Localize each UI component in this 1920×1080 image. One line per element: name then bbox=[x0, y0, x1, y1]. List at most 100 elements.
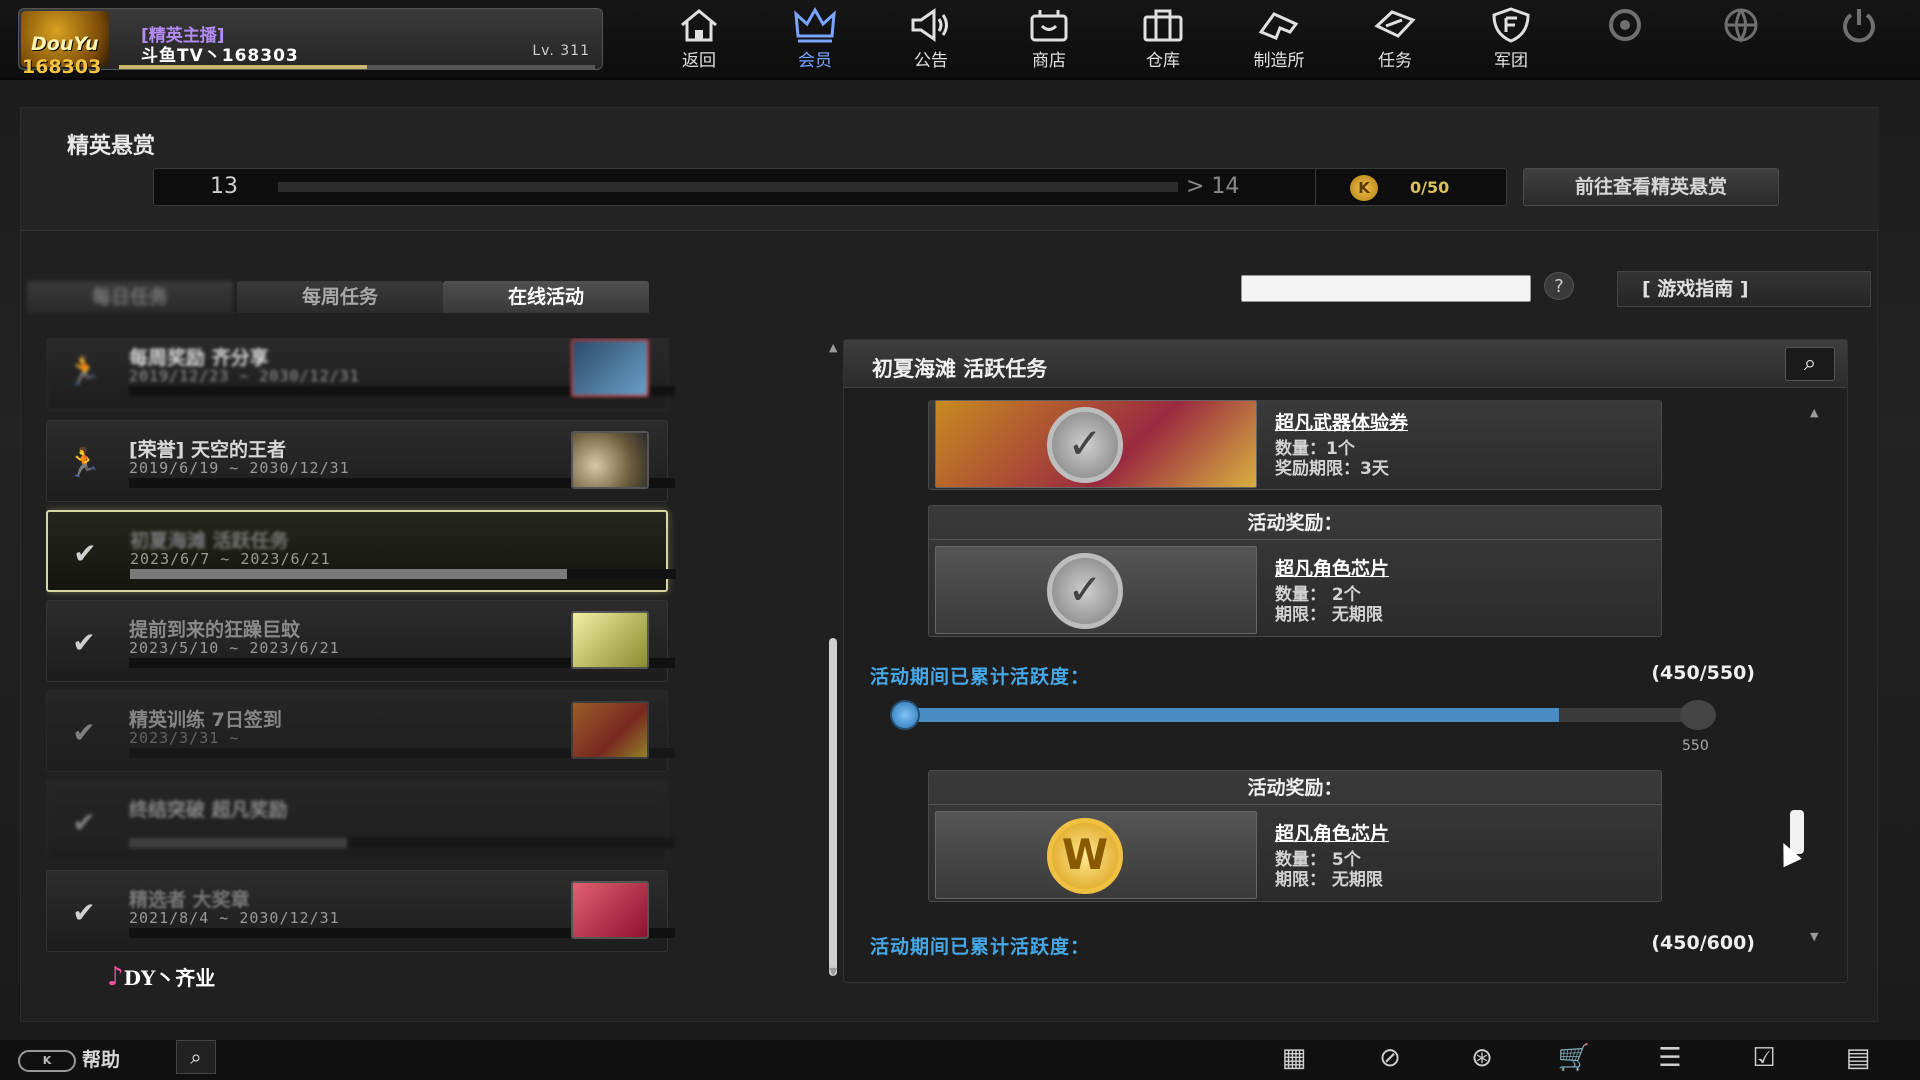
item-thumb bbox=[571, 431, 649, 489]
nav-clan[interactable]: 军团 bbox=[1466, 6, 1556, 72]
tab-daily[interactable]: 每日任务 bbox=[27, 281, 233, 313]
cart-icon[interactable]: 🛒 bbox=[1548, 1040, 1600, 1076]
slider-end-cap bbox=[1680, 700, 1716, 730]
activity-title: [荣誉] 天空的王者 bbox=[129, 439, 286, 461]
calendar-icon[interactable]: ▦ bbox=[1268, 1040, 1320, 1076]
activity-progress bbox=[129, 838, 675, 848]
list-item[interactable]: ✔ 终结突破 超凡奖励 bbox=[46, 780, 675, 862]
detail-scroll-down[interactable]: ▼ bbox=[1810, 930, 1818, 943]
bounty-title: 精英悬赏 bbox=[67, 134, 156, 159]
film-icon[interactable]: ▤ bbox=[1832, 1040, 1884, 1076]
reward-name[interactable]: 超凡角色芯片 bbox=[1275, 554, 1389, 581]
activity-dates: 2023/3/31 ~ bbox=[129, 729, 240, 747]
reward-header: 活动奖励： bbox=[929, 506, 1661, 540]
activity-title: 终结突破 超凡奖励 bbox=[129, 799, 288, 821]
list-scroll-up[interactable]: ▲ bbox=[829, 341, 837, 354]
nav-mission-label: 任务 bbox=[1378, 51, 1412, 71]
help-button[interactable]: K 帮助 bbox=[18, 1045, 120, 1072]
check-icon: ✓ bbox=[1047, 553, 1123, 629]
chip-reward-image: W bbox=[935, 811, 1257, 899]
reward-name[interactable]: 超凡角色芯片 bbox=[1275, 819, 1389, 846]
list-item[interactable]: ✔ 精英训练 7日签到 2023/3/31 ~ bbox=[46, 690, 675, 772]
compass-icon[interactable]: ⊘ bbox=[1364, 1040, 1416, 1076]
view-bounty-button[interactable]: 前往查看精英悬赏 bbox=[1523, 168, 1779, 206]
nav-storage-label: 仓库 bbox=[1146, 51, 1180, 71]
coin-icon: K bbox=[1350, 175, 1378, 201]
slider-track bbox=[898, 708, 1706, 722]
card-thumb bbox=[571, 701, 649, 759]
activity-title: 精英训练 7日签到 bbox=[129, 709, 282, 731]
activity-title: 每周奖励 齐分享 bbox=[129, 347, 269, 369]
list-item[interactable]: ✔ 精选者 大奖章 2021/8/4 ~ 2030/12/31 bbox=[46, 870, 675, 952]
keyboard-icon: K bbox=[18, 1049, 76, 1072]
gun-thumb bbox=[571, 339, 649, 397]
detail-scroll-up[interactable]: ▲ bbox=[1810, 406, 1818, 419]
slider-max-label: 550 bbox=[1682, 738, 1709, 754]
list-scroll-down[interactable]: ▼ bbox=[829, 965, 837, 978]
nav-clan-label: 军团 bbox=[1494, 51, 1528, 71]
shop-icon bbox=[1030, 10, 1068, 42]
card-thumb bbox=[571, 611, 649, 669]
list-scroll-thumb[interactable] bbox=[829, 638, 837, 976]
nav-back[interactable]: 返回 bbox=[654, 6, 744, 72]
activity-title: 精选者 大奖章 bbox=[129, 889, 250, 911]
craft-icon bbox=[1258, 12, 1299, 40]
activity-points-value: (450/550) bbox=[1651, 662, 1755, 684]
nav-vip[interactable]: 会员 bbox=[770, 6, 860, 72]
elite-bounty-section: 精英悬赏 13 > 14 K 0/50 前往查看精英悬赏 bbox=[21, 108, 1879, 231]
check-icon: ✔ bbox=[72, 896, 96, 929]
game-guide-button[interactable]: [ 游戏指南 ] bbox=[1617, 271, 1871, 307]
nav-exit[interactable] bbox=[1814, 6, 1904, 72]
megaphone-icon bbox=[911, 8, 948, 42]
soldier-icon: 🏃 bbox=[66, 446, 102, 479]
nav-settings[interactable] bbox=[1580, 6, 1670, 72]
reward-name[interactable]: 超凡武器体验券 bbox=[1275, 408, 1408, 435]
player-name: 斗鱼TV丶168303 bbox=[141, 46, 299, 66]
shield-icon bbox=[1492, 7, 1530, 43]
bottom-search-button[interactable]: ⌕ bbox=[176, 1040, 216, 1074]
activity-points-label: 活动期间已累计活跃度： bbox=[870, 666, 1091, 688]
help-label: 帮助 bbox=[82, 1049, 121, 1071]
nav-craft-label: 制造所 bbox=[1253, 51, 1305, 71]
tab-weekly[interactable]: 每周任务 bbox=[237, 281, 443, 313]
list-item[interactable]: 🏃 [荣誉] 天空的王者 2019/6/19 ~ 2030/12/31 bbox=[46, 420, 675, 502]
nav-shop[interactable]: 商店 bbox=[1004, 6, 1094, 72]
list-icon[interactable]: ☰ bbox=[1644, 1040, 1696, 1076]
nav-craft[interactable]: 制造所 bbox=[1234, 6, 1324, 72]
nav-language[interactable] bbox=[1696, 6, 1786, 72]
tab-online-events[interactable]: 在线活动 bbox=[443, 281, 649, 313]
list-item[interactable]: ✔ 提前到来的狂躁巨蚊 2023/5/10 ~ 2023/6/21 bbox=[46, 600, 675, 682]
chip-reward-image: ✓ bbox=[935, 546, 1257, 634]
list-scrollbar[interactable] bbox=[829, 358, 839, 978]
activity-progress bbox=[130, 569, 676, 579]
activity-dates: 2023/6/7 ~ 2023/6/21 bbox=[130, 550, 331, 568]
detail-search-button[interactable]: ⌕ bbox=[1785, 347, 1835, 381]
checkin-icon[interactable]: ☑ bbox=[1738, 1040, 1790, 1076]
reward-card: 活动奖励： W 超凡角色芯片 数量： 5个 期限： 无期限 bbox=[928, 770, 1662, 902]
power-icon bbox=[1843, 9, 1875, 43]
logo-text: DouYu bbox=[31, 33, 99, 55]
soldier-icon: 🏃 bbox=[66, 354, 102, 387]
activity-points-value-2: (450/600) bbox=[1651, 932, 1755, 954]
activity-title: 初夏海滩 活跃任务 bbox=[130, 530, 289, 552]
nav-notice-label: 公告 bbox=[914, 51, 948, 71]
nav-notice[interactable]: 公告 bbox=[886, 6, 976, 72]
activity-dates: 2021/8/4 ~ 2030/12/31 bbox=[129, 909, 340, 927]
settings-icon bbox=[1609, 9, 1641, 41]
nav-storage[interactable]: 仓库 bbox=[1118, 6, 1208, 72]
profile-card[interactable]: DouYu [精英主播] 斗鱼TV丶168303 Lv. 311 bbox=[18, 8, 603, 70]
event-search-input[interactable] bbox=[1241, 275, 1531, 302]
bounty-level-to: > 14 bbox=[1186, 174, 1240, 199]
list-item-selected[interactable]: ✔ 初夏海滩 活跃任务 2023/6/7 ~ 2023/6/21 bbox=[46, 510, 676, 592]
activity-dates: 2023/5/10 ~ 2023/6/21 bbox=[129, 639, 340, 657]
bounty-level-bar: 13 > 14 bbox=[153, 168, 1329, 206]
tiktok-icon: ♪ bbox=[107, 962, 124, 992]
list-item[interactable]: 🏃 每周奖励 齐分享 2019/12/23 ~ 2030/12/31 bbox=[46, 338, 675, 410]
activity-dates: 2019/12/23 ~ 2030/12/31 bbox=[129, 367, 360, 385]
reward-duration: 期限： 无期限 bbox=[1275, 605, 1383, 625]
help-question-button[interactable]: ? bbox=[1544, 272, 1574, 300]
runner-icon[interactable]: ⊛ bbox=[1456, 1040, 1508, 1076]
bottom-bar bbox=[0, 1040, 1920, 1080]
nav-mission[interactable]: 任务 bbox=[1350, 6, 1440, 72]
slider-knob bbox=[890, 700, 920, 730]
